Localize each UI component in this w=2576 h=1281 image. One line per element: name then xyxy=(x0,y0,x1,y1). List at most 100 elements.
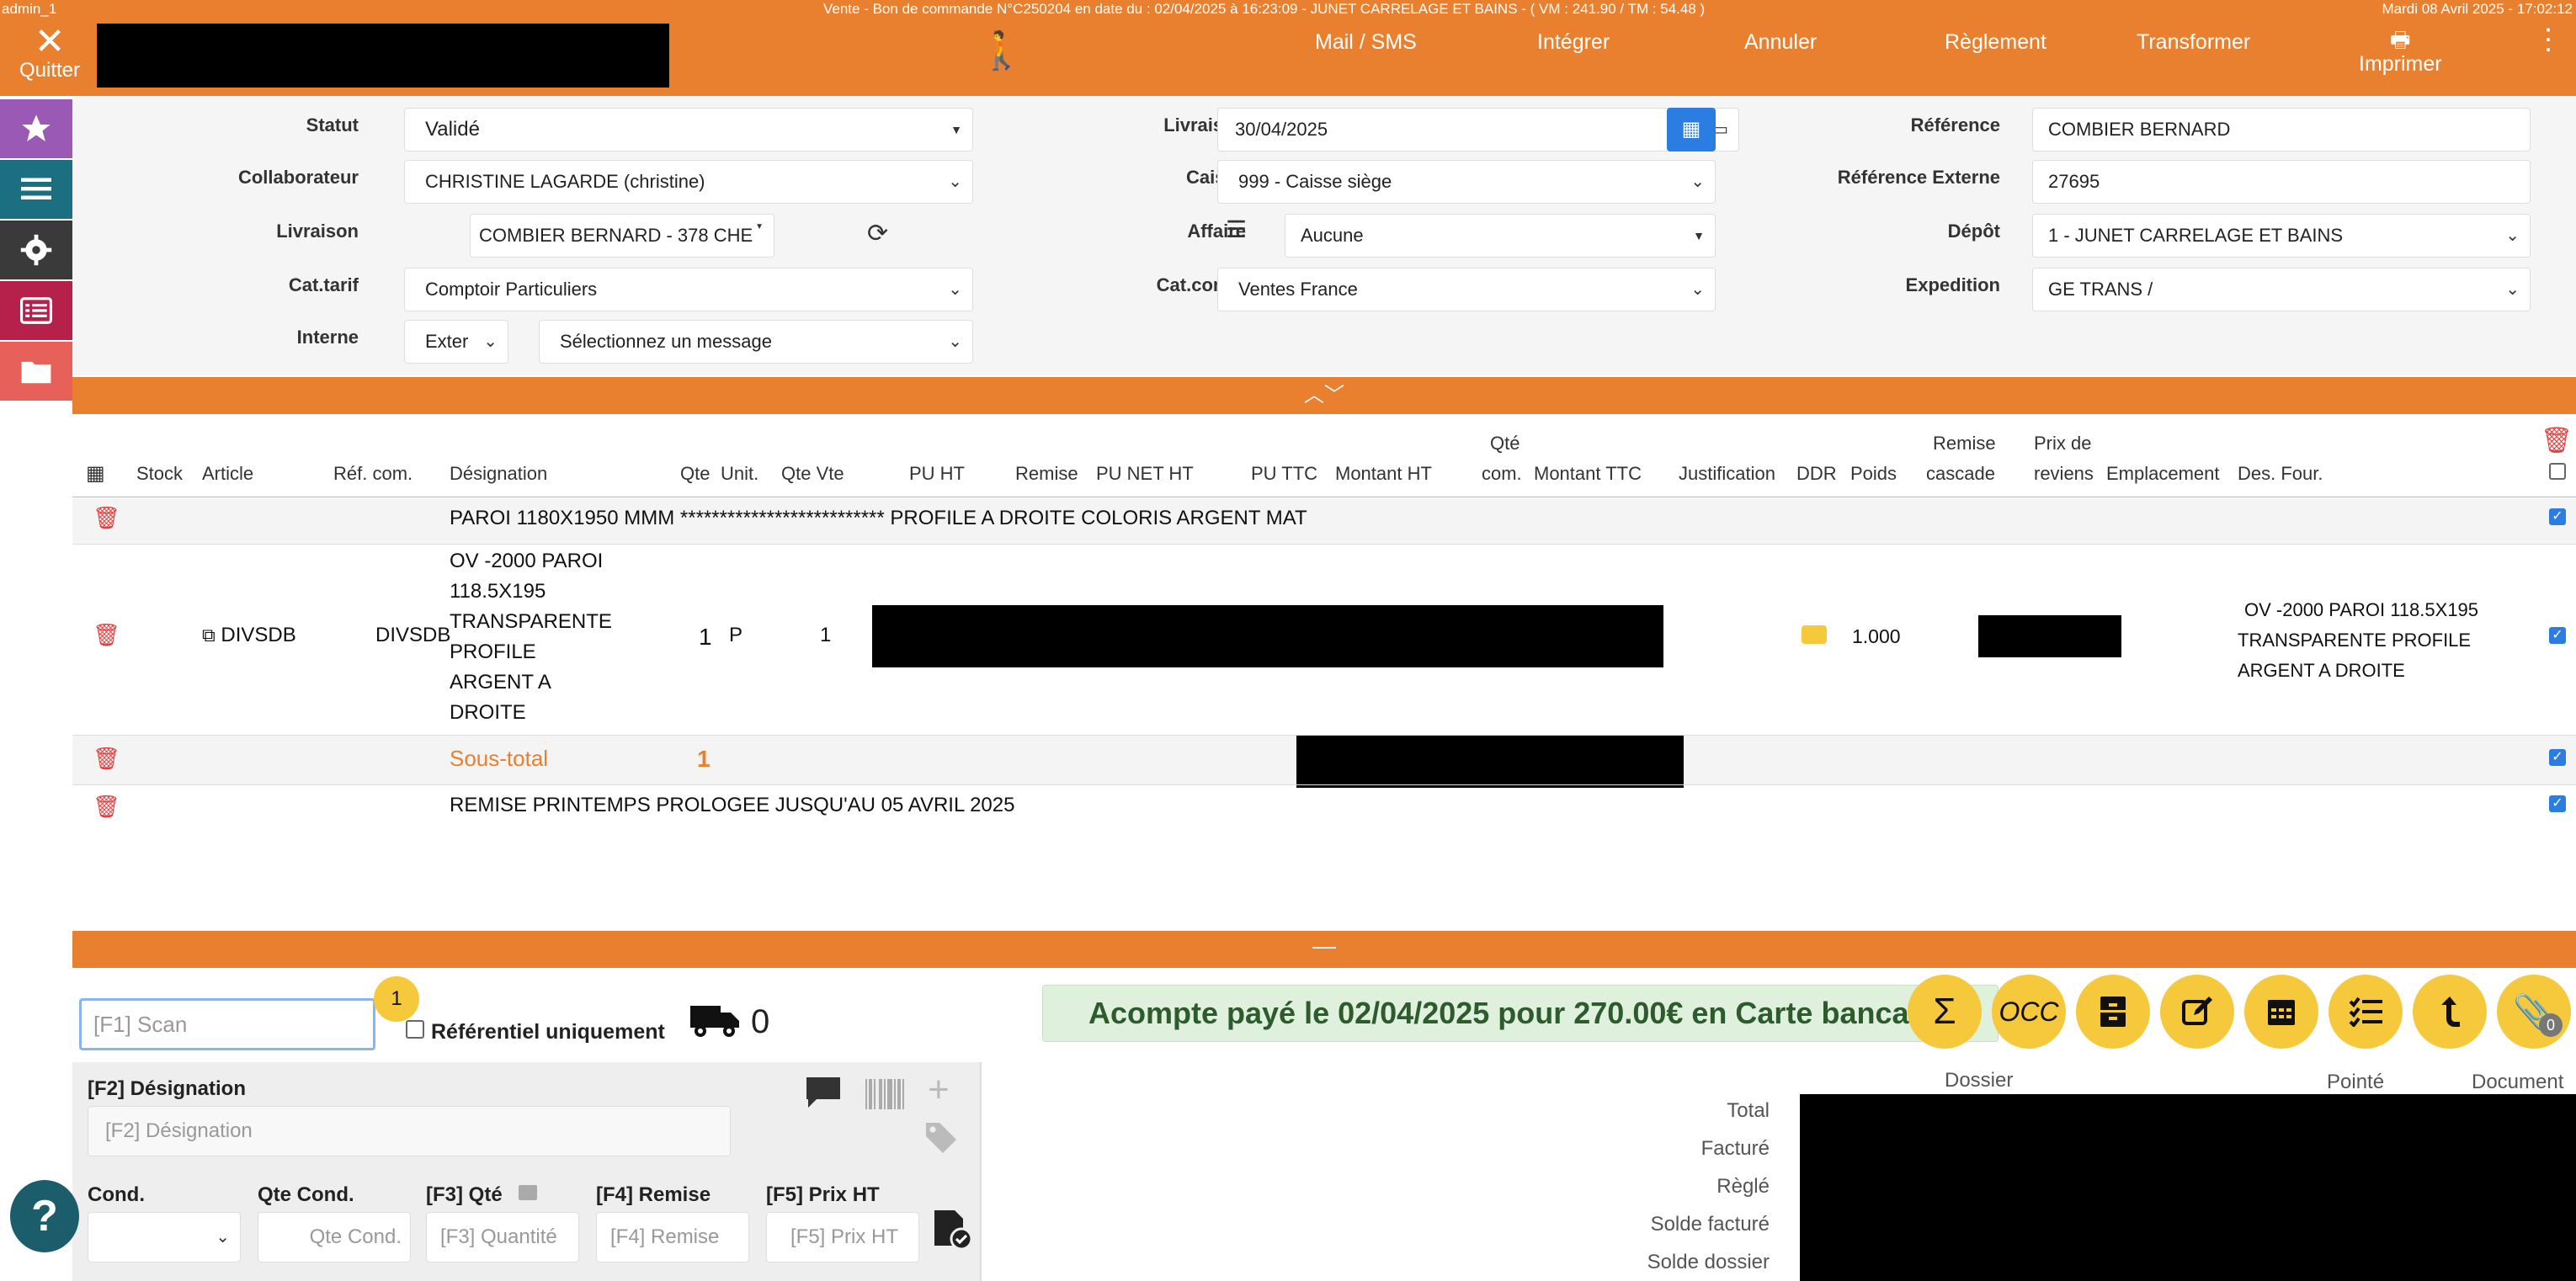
prix-input[interactable]: [F5] Prix HT xyxy=(766,1212,919,1262)
checklist-icon[interactable] xyxy=(2329,975,2403,1049)
redacted-prices xyxy=(872,605,1663,667)
attachment-button[interactable]: 📎 0 xyxy=(2497,975,2571,1049)
comment-icon[interactable] xyxy=(805,1076,842,1118)
chevron-up-down-icon: ︿﹀ xyxy=(1304,384,1344,407)
subtotal-qte: 1 xyxy=(697,746,711,772)
prix-label: [F5] Prix HT xyxy=(766,1183,880,1206)
remise-input[interactable]: [F4] Remise xyxy=(596,1212,749,1262)
current-datetime: Mardi 08 Avril 2025 - 17:02:12 xyxy=(2382,1,2573,17)
chevron-down-icon: ⌄ xyxy=(1690,173,1705,191)
row-designation: OV -2000 PAROI 118.5X195 TRANSPARENTE PR… xyxy=(450,550,612,724)
print-button[interactable]: 🖶 Imprimer xyxy=(2359,27,2442,77)
sigma-icon[interactable]: Σ xyxy=(1908,975,1982,1049)
mail-sms-button[interactable]: Mail / SMS xyxy=(1315,30,1417,55)
cond-select[interactable]: ⌄ xyxy=(88,1212,241,1262)
reference-input[interactable]: COMBIER BERNARD xyxy=(2032,108,2531,151)
calendar-button[interactable]: ▦ xyxy=(1667,108,1716,151)
row-article[interactable]: ⧉ DIVSDB xyxy=(202,624,296,647)
barcode-icon[interactable] xyxy=(864,1077,906,1115)
delete-row-icon[interactable]: 🗑 xyxy=(93,794,120,820)
occ-button[interactable]: OCC xyxy=(1992,975,2066,1049)
calendar-grid-icon[interactable] xyxy=(2244,975,2318,1049)
row-checkbox[interactable]: ✓ xyxy=(2549,749,2566,766)
quit-button[interactable]: ✕ Quitter xyxy=(15,24,84,82)
collapse-bar[interactable]: ︿﹀ xyxy=(72,377,2576,414)
depot-select[interactable]: 1 - JUNET CARRELAGE ET BAINS ⌄ xyxy=(2032,214,2531,258)
collaborateur-select[interactable]: CHRISTINE LAGARDE (christine) ⌄ xyxy=(404,160,973,204)
table-row[interactable]: 🗑 PAROI 1180X1950 MMM ******************… xyxy=(72,498,2576,544)
livraison-client-select[interactable]: COMBIER BERNARD - 378 CHE ▼ xyxy=(470,214,774,258)
list-bullets-icon[interactable]: ☰ xyxy=(1226,215,1247,243)
document-check-icon[interactable] xyxy=(929,1209,973,1255)
row-checkbox[interactable]: ✓ xyxy=(2549,627,2566,644)
caisse-select[interactable]: 999 - Caisse siège ⌄ xyxy=(1217,160,1716,204)
redacted-totals xyxy=(1800,1094,2576,1281)
header-qte-vte: Qte Vte xyxy=(781,463,844,484)
subtotal-row[interactable]: 🗑 Sous-total 1 ✓ xyxy=(72,736,2576,788)
help-button[interactable]: ? xyxy=(10,1180,79,1252)
totals-panel: Dossier Pointé Document Total Facturé Rè… xyxy=(980,1062,2576,1281)
remise-label: [F4] Remise xyxy=(596,1183,711,1206)
livraison-date-input[interactable]: 30/04/2025 ▭ xyxy=(1217,108,1739,151)
person-icon[interactable]: 🚶 xyxy=(978,29,1025,72)
qte-input[interactable]: [F3] Quantité xyxy=(426,1212,579,1262)
resize-bar[interactable]: — xyxy=(72,931,2576,968)
header-qte: Qte xyxy=(680,463,711,484)
inbox-icon[interactable] xyxy=(1802,625,1827,644)
calendar-icon: ▦ xyxy=(1681,118,1701,141)
user-name: admin_1 xyxy=(2,1,57,17)
interne-select[interactable]: Exter ⌄ xyxy=(404,320,508,364)
menu-icon[interactable] xyxy=(0,160,72,219)
truck-icon[interactable] xyxy=(690,1002,741,1044)
title-strip: admin_1 Vente - Bon de commande N°C25020… xyxy=(0,0,2576,19)
qte-cond-input[interactable]: Qte Cond. xyxy=(258,1212,411,1262)
message-select[interactable]: Sélectionnez un message ⌄ xyxy=(539,320,973,364)
collaborateur-label: Collaborateur xyxy=(237,167,359,188)
reglement-button[interactable]: Règlement xyxy=(1945,30,2046,55)
row-des-four: OV -2000 PAROI 118.5X195 TRANSPARENTE PR… xyxy=(2238,599,2479,681)
delete-row-icon[interactable]: 🗑 xyxy=(93,622,120,648)
affaire-select[interactable]: Aucune ▼ xyxy=(1285,214,1716,258)
caret-down-icon: ▼ xyxy=(950,123,962,136)
ref-externe-label: Référence Externe xyxy=(1837,167,2000,188)
statut-select[interactable]: Validé ▼ xyxy=(404,108,973,151)
edit-icon[interactable] xyxy=(2160,975,2234,1049)
more-menu-icon[interactable]: ⋮ xyxy=(2534,25,2563,54)
list-icon[interactable] xyxy=(0,281,72,340)
totals-header-document: Document xyxy=(2472,1071,2564,1093)
select-all-checkbox[interactable] xyxy=(2549,463,2566,480)
totals-header-pointe: Pointé xyxy=(2327,1071,2385,1093)
delete-row-icon[interactable]: 🗑 xyxy=(93,746,120,772)
scan-input[interactable]: [F1] Scan xyxy=(79,998,375,1050)
refresh-icon[interactable]: ⟳ xyxy=(867,219,888,248)
settings-icon[interactable] xyxy=(0,221,72,279)
cat-tarif-select[interactable]: Comptoir Particuliers ⌄ xyxy=(404,268,973,311)
lines-table-header: ▦ Stock Article Réf. com. Désignation Qt… xyxy=(72,424,2576,497)
transformer-button[interactable]: Transformer xyxy=(2137,30,2250,55)
expedition-select[interactable]: GE TRANS / ⌄ xyxy=(2032,268,2531,311)
export-arrow-icon[interactable] xyxy=(2413,975,2487,1049)
stock-icon[interactable] xyxy=(519,1185,537,1200)
favorites-icon[interactable] xyxy=(0,99,72,158)
row-checkbox[interactable]: ✓ xyxy=(2549,795,2566,812)
referentiel-checkbox[interactable] xyxy=(406,1020,424,1039)
row-checkbox[interactable]: ✓ xyxy=(2549,508,2566,525)
delete-all-icon[interactable]: 🗑 xyxy=(2541,426,2573,455)
solde-dossier-label: Solde dossier xyxy=(1647,1251,1770,1273)
add-icon[interactable]: + xyxy=(928,1069,950,1111)
table-row[interactable]: 🗑 REMISE PRINTEMPS PROLOGEE JUSQU'AU 05 … xyxy=(72,785,2576,831)
designation-input[interactable]: [F2] Désignation xyxy=(88,1106,731,1156)
folder-icon[interactable] xyxy=(0,342,72,401)
header-remise: Remise xyxy=(1015,463,1078,484)
cat-comp-select[interactable]: Ventes France ⌄ xyxy=(1217,268,1716,311)
cabinet-icon[interactable] xyxy=(2076,975,2150,1049)
caret-down-icon: ▼ xyxy=(755,222,764,231)
tag-icon[interactable] xyxy=(924,1121,958,1162)
ref-externe-input[interactable]: 27695 xyxy=(2032,160,2531,204)
annuler-button[interactable]: Annuler xyxy=(1744,30,1817,55)
row-qte[interactable]: 1 xyxy=(699,624,712,651)
grid-icon[interactable]: ▦ xyxy=(86,460,105,488)
integrer-button[interactable]: Intégrer xyxy=(1537,30,1610,55)
delete-row-icon[interactable]: 🗑 xyxy=(93,505,120,531)
table-row[interactable]: 🗑 ⧉ DIVSDB DIVSDB OV -2000 PAROI 118.5X1… xyxy=(72,545,2576,735)
